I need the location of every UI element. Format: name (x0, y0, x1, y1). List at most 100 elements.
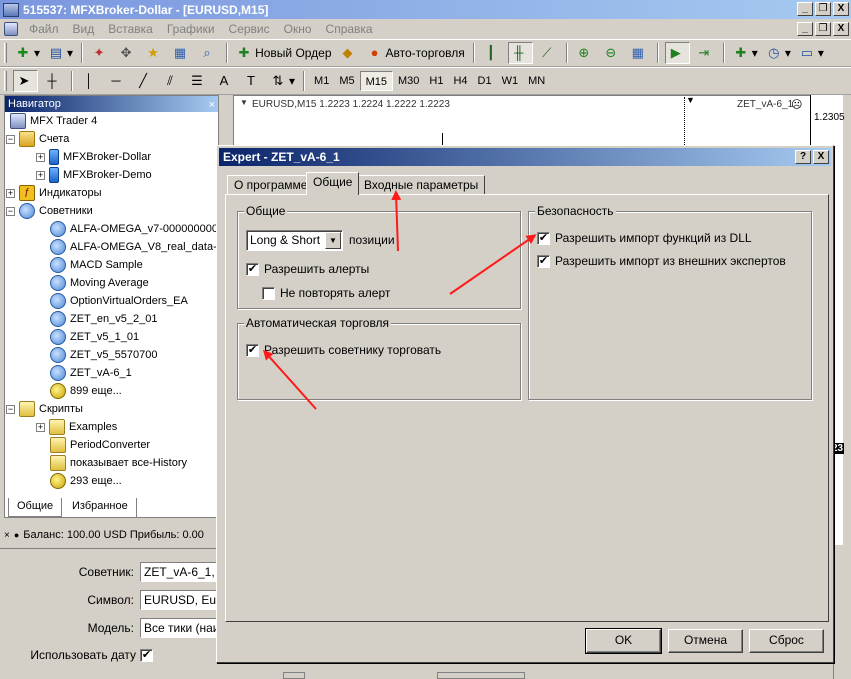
chart-shift-button[interactable]: ⇥ (694, 42, 717, 64)
candle-chart-button[interactable]: ╫ (507, 42, 533, 64)
tf-m5[interactable]: M5 (334, 71, 359, 91)
tree-indicators[interactable]: + ƒ Индикаторы (6, 184, 102, 202)
menu-window[interactable]: Окно (277, 22, 319, 36)
chart-dropdown-icon[interactable]: ▼ (240, 98, 248, 107)
zoom-in-button[interactable]: ⊕ (574, 42, 597, 64)
tester-button[interactable]: ⌕ (197, 42, 220, 64)
positions-select[interactable]: Long & Short ▼ (246, 230, 343, 251)
tree-scripts-more[interactable]: 293 еще... (50, 472, 122, 490)
auto-trading-button[interactable]: ● Авто-торговля (365, 42, 467, 64)
menu-view[interactable]: Вид (66, 22, 102, 36)
cursor-tool[interactable]: ➤ (13, 70, 38, 92)
close-button[interactable]: X (833, 2, 849, 16)
tester-scrollbar[interactable] (833, 553, 847, 679)
tree-accounts[interactable]: − Счета (6, 130, 69, 148)
tree-script[interactable]: PeriodConverter (50, 436, 150, 454)
tree-account[interactable]: + MFXBroker-Demo (36, 166, 152, 184)
tree-scripts[interactable]: − Скрипты (6, 400, 83, 418)
no-repeat-alert-checkbox[interactable] (262, 286, 275, 300)
tree-expert[interactable]: OptionVirtualOrders_EA (50, 292, 188, 310)
bottom-control[interactable] (437, 672, 525, 679)
tree-root[interactable]: MFX Trader 4 (10, 112, 97, 130)
expand-icon[interactable]: + (36, 170, 45, 180)
trendline-tool[interactable]: ╱ (133, 70, 156, 92)
tree-expert[interactable]: ZET_vA-6_1 (50, 364, 132, 382)
crosshair-tool[interactable]: ┼ (42, 70, 65, 92)
periods-button[interactable]: ◷ ▾ (764, 42, 793, 64)
expand-icon[interactable]: + (6, 188, 15, 198)
new-chart-button[interactable]: ✚ ▾ (13, 42, 42, 64)
tree-expert[interactable]: Moving Average (50, 274, 149, 292)
collapse-icon[interactable]: − (6, 206, 15, 216)
close-icon[interactable]: × (4, 530, 10, 541)
tf-mn[interactable]: MN (523, 71, 550, 91)
allow-expert-trade-checkbox[interactable]: ✔ (246, 343, 259, 357)
tree-expert[interactable]: MACD Sample (50, 256, 143, 274)
market-watch-button[interactable]: ✦ (89, 42, 112, 64)
tab-inputs[interactable]: Входные параметры (357, 175, 486, 195)
templates-button[interactable]: ▭ ▾ (797, 42, 826, 64)
tree-expert[interactable]: ZET_v5_5570700 (50, 346, 157, 364)
tile-windows-button[interactable]: ▦ (628, 42, 651, 64)
line-chart-button[interactable]: ⟋ (537, 42, 560, 64)
use-date-checkbox[interactable]: ✔ (140, 648, 153, 662)
tree-expert[interactable]: ALFA-OMEGA_V8_real_data-1 (50, 238, 223, 256)
tree-script[interactable]: показывает все-History (50, 454, 187, 472)
allow-dll-checkbox[interactable]: ✔ (537, 231, 550, 245)
allow-external-row[interactable]: ✔ Разрешить импорт из внешних экспертов (537, 254, 786, 268)
reset-button[interactable]: Сброс (749, 629, 824, 653)
zoom-out-button[interactable]: ⊖ (601, 42, 624, 64)
indicators-button[interactable]: ✚ ▾ (731, 42, 760, 64)
tf-h1[interactable]: H1 (424, 71, 448, 91)
allow-expert-trade-row[interactable]: ✔ Разрешить советнику торговать (246, 343, 441, 357)
child-restore-button[interactable]: ❐ (815, 22, 831, 36)
dialog-close-button[interactable]: X (813, 150, 829, 164)
tab-about[interactable]: О программе (227, 175, 315, 195)
tab-common[interactable]: Общие (306, 172, 360, 195)
menu-help[interactable]: Справка (319, 22, 380, 36)
fibonacci-tool[interactable]: ☰ (187, 70, 210, 92)
tf-d1[interactable]: D1 (473, 71, 497, 91)
expand-icon[interactable]: + (36, 422, 45, 432)
collapse-icon[interactable]: − (6, 134, 15, 144)
auto-scroll-button[interactable]: ▶ (664, 42, 690, 64)
new-order-button[interactable]: ✚ Новый Ордер (234, 42, 333, 64)
metaeditor-button[interactable]: ◆ (338, 42, 361, 64)
tf-h4[interactable]: H4 (448, 71, 472, 91)
allow-alerts-checkbox[interactable]: ✔ (246, 262, 259, 276)
collapse-icon[interactable]: − (6, 404, 15, 414)
text-tool[interactable]: A (214, 70, 237, 92)
model-select[interactable]: Все тики (наи (140, 618, 228, 638)
menu-file[interactable]: Файл (22, 22, 66, 36)
tree-experts-more[interactable]: 899 еще... (50, 382, 122, 400)
navigator-button[interactable]: ★ (143, 42, 166, 64)
tree-experts[interactable]: − Советники (6, 202, 93, 220)
equidistant-channel-tool[interactable]: ⫽ (160, 70, 183, 92)
minimize-button[interactable]: _ (797, 2, 813, 16)
symbol-select[interactable]: EURUSD, Euro (140, 590, 228, 610)
chart-shift-marker[interactable]: ▼ (686, 95, 695, 105)
horizontal-line-tool[interactable]: ─ (106, 70, 129, 92)
ok-button[interactable]: OK (585, 628, 662, 654)
text-label-tool[interactable]: T (241, 70, 264, 92)
arrows-tool[interactable]: ⇅ ▾ (268, 70, 297, 92)
allow-dll-row[interactable]: ✔ Разрешить импорт функций из DLL (537, 231, 752, 245)
expand-icon[interactable]: + (36, 152, 45, 162)
no-repeat-alert-row[interactable]: Не повторять алерт (262, 286, 390, 300)
tree-expert[interactable]: ALFA-OMEGA_v7-000000000 (50, 220, 218, 238)
help-button[interactable]: ? (795, 150, 811, 164)
tf-m15[interactable]: M15 (359, 71, 393, 91)
profiles-button[interactable]: ▤ ▾ (46, 42, 75, 64)
tab-favorites[interactable]: Избранное (64, 498, 137, 517)
menu-insert[interactable]: Вставка (101, 22, 160, 36)
data-window-button[interactable]: ✥ (116, 42, 139, 64)
navigator-close-button[interactable]: × (209, 97, 215, 113)
tf-w1[interactable]: W1 (497, 71, 524, 91)
tree-account[interactable]: + MFXBroker-Dollar (36, 148, 151, 166)
tf-m30[interactable]: M30 (393, 71, 424, 91)
restore-button[interactable]: ❐ (815, 2, 831, 16)
allow-external-checkbox[interactable]: ✔ (537, 254, 550, 268)
expert-select[interactable]: ZET_vA-6_1, k (140, 562, 228, 582)
tf-m1[interactable]: M1 (309, 71, 334, 91)
menu-tools[interactable]: Сервис (222, 22, 277, 36)
